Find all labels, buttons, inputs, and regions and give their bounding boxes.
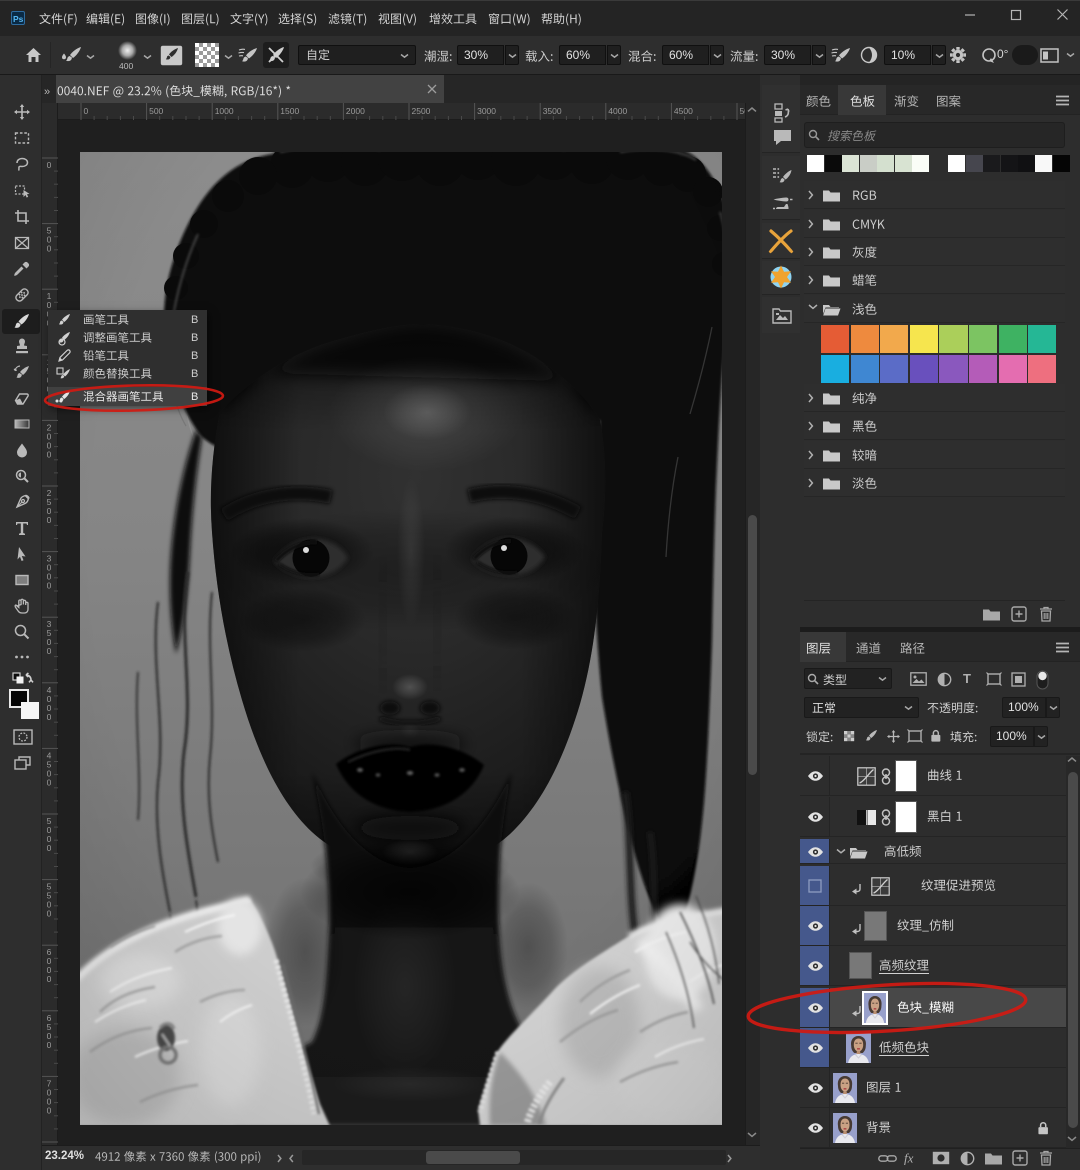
svg-text:0: 0 [47,909,52,919]
svg-text:0: 0 [47,777,52,787]
svg-text:0: 0 [47,244,52,254]
svg-text:0: 0 [84,106,89,116]
svg-text:0: 0 [47,449,52,459]
svg-text:fx: fx [904,1151,914,1166]
svg-text:0: 0 [47,712,52,722]
svg-text:0: 0 [47,1105,52,1115]
svg-text:4000: 4000 [608,106,627,116]
svg-text:1000: 1000 [215,106,234,116]
svg-text:0: 0 [47,581,52,591]
svg-text:0: 0 [47,160,52,170]
svg-text:3500: 3500 [543,106,562,116]
svg-text:3000: 3000 [477,106,496,116]
svg-text:1500: 1500 [280,106,299,116]
svg-text:4500: 4500 [674,106,693,116]
svg-text:0: 0 [47,843,52,853]
svg-text:2000: 2000 [346,106,365,116]
svg-text:0: 0 [47,1040,52,1050]
svg-text:0: 0 [47,974,52,984]
svg-text:500: 500 [149,106,163,116]
svg-text:2500: 2500 [412,106,431,116]
svg-text:0: 0 [47,515,52,525]
svg-text:0: 0 [47,646,52,656]
